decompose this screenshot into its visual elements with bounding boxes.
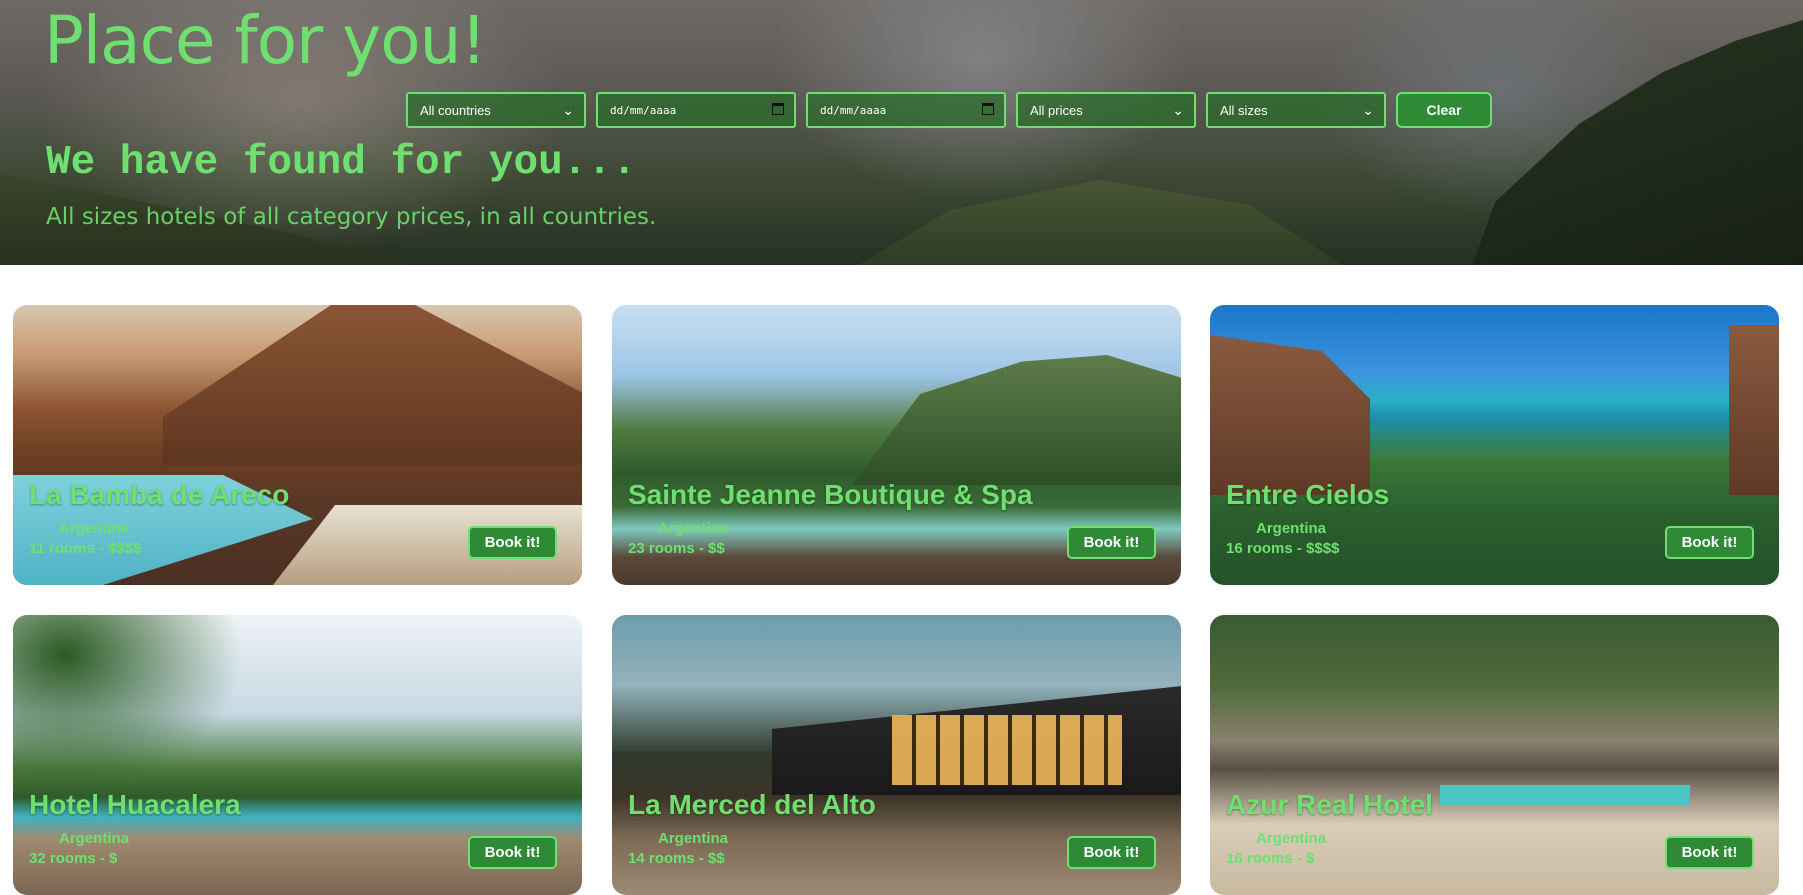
hotel-rooms: 14 rooms - (628, 850, 709, 867)
book-button[interactable]: Book it! (468, 836, 557, 869)
hotel-rooms: 23 rooms - (628, 540, 709, 557)
hotel-name: La Merced del Alto (628, 789, 876, 820)
price-select-value: All prices (1030, 102, 1083, 118)
hotel-price: $$ (708, 540, 725, 557)
hero-forest-right (1467, 20, 1803, 265)
chevron-down-icon: ⌄ (1362, 102, 1374, 118)
hotel-card: Hotel Huacalera Argentina 32 rooms - $ B… (13, 615, 582, 895)
country-select-value: All countries (420, 102, 491, 118)
hotel-country: Argentina (59, 830, 130, 847)
hotel-name: Sainte Jeanne Boutique & Spa (628, 479, 1033, 510)
hotel-meta: 32 rooms - $ (29, 850, 117, 867)
price-select[interactable]: All prices ⌄ (1016, 92, 1196, 128)
country-select[interactable]: All countries ⌄ (406, 92, 586, 128)
book-button[interactable]: Book it! (1665, 836, 1754, 869)
hero-valley (850, 180, 1350, 265)
hotel-meta: 16 rooms - $$$$ (1226, 540, 1339, 557)
results-description: All sizes hotels of all category prices,… (46, 204, 657, 230)
book-button[interactable]: Book it! (1067, 836, 1156, 869)
hotel-name: Azur Real Hotel (1226, 789, 1433, 820)
hotel-country: Argentina (658, 830, 729, 847)
page-title: Place for you! (44, 2, 487, 79)
results-heading: We have found for you... (46, 140, 637, 186)
hero-banner: Place for you! All countries ⌄ dd/mm/aaa… (0, 0, 1803, 265)
hotel-card: Azur Real Hotel Argentina 16 rooms - $ B… (1210, 615, 1779, 895)
calendar-icon[interactable] (982, 103, 994, 115)
date-to-input[interactable]: dd/mm/aaaa (806, 92, 1006, 128)
book-button[interactable]: Book it! (468, 526, 557, 559)
book-button[interactable]: Book it! (1067, 526, 1156, 559)
hotel-card: Sainte Jeanne Boutique & Spa Argentina 2… (612, 305, 1181, 585)
filter-bar: All countries ⌄ dd/mm/aaaa dd/mm/aaaa Al… (406, 92, 1492, 128)
hotel-country: Argentina (658, 520, 729, 537)
hotel-price: $ (1306, 850, 1315, 867)
clear-button[interactable]: Clear (1396, 92, 1492, 128)
hotel-price: $ (109, 850, 118, 867)
hotel-meta: 23 rooms - $$ (628, 540, 725, 557)
hotel-country: Argentina (1256, 520, 1327, 537)
date-from-input[interactable]: dd/mm/aaaa (596, 92, 796, 128)
date-to-value: dd/mm/aaaa (820, 103, 887, 117)
size-select-value: All sizes (1220, 102, 1268, 118)
hotel-country: Argentina (59, 520, 130, 537)
hotel-meta: 11 rooms - $$$$ (29, 540, 142, 557)
calendar-icon[interactable] (772, 103, 784, 115)
hotel-name: Entre Cielos (1226, 479, 1390, 510)
hotel-country: Argentina (1256, 830, 1327, 847)
size-select[interactable]: All sizes ⌄ (1206, 92, 1386, 128)
hotel-price: $$ (708, 850, 725, 867)
chevron-down-icon: ⌄ (1172, 102, 1184, 118)
hotel-meta: 16 rooms - $ (1226, 850, 1314, 867)
hotel-name: La Bamba de Areco (29, 479, 290, 510)
date-from-value: dd/mm/aaaa (610, 103, 677, 117)
hotel-rooms: 16 rooms - (1226, 540, 1307, 557)
hotel-rooms: 32 rooms - (29, 850, 110, 867)
book-button[interactable]: Book it! (1665, 526, 1754, 559)
hotel-name: Hotel Huacalera (29, 789, 241, 820)
hotel-meta: 14 rooms - $$ (628, 850, 725, 867)
hotel-price: $$$$ (1306, 540, 1340, 557)
chevron-down-icon: ⌄ (562, 102, 574, 118)
hotel-card: Entre Cielos Argentina 16 rooms - $$$$ B… (1210, 305, 1779, 585)
hotel-card: La Bamba de Areco Argentina 11 rooms - $… (13, 305, 582, 585)
hotel-card: La Merced del Alto Argentina 14 rooms - … (612, 615, 1181, 895)
hotel-rooms: 11 rooms - (29, 540, 109, 557)
hotel-price: $$$$ (108, 540, 142, 557)
hotel-rooms: 16 rooms - (1226, 850, 1307, 867)
